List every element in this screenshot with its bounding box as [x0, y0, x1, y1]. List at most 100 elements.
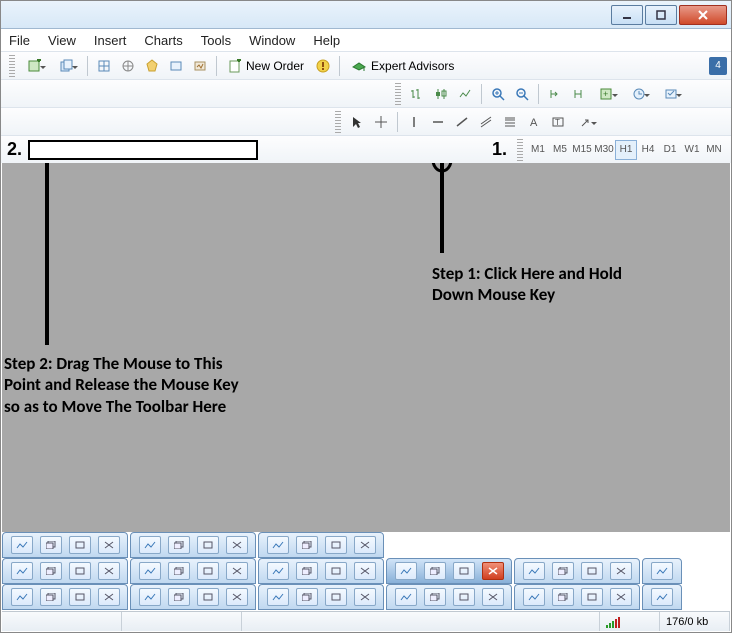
vertical-line-button[interactable] [403, 111, 425, 133]
toolbar-grip[interactable] [517, 139, 523, 161]
tf-h4[interactable]: H4 [637, 140, 659, 160]
mdi-restore-button[interactable] [424, 562, 446, 580]
toolbar-grip[interactable] [395, 83, 401, 105]
mdi-close-button[interactable] [354, 536, 376, 554]
mdi-tab[interactable] [514, 584, 640, 610]
toolbar-grip[interactable] [335, 111, 341, 133]
tf-m15[interactable]: M15 [571, 140, 593, 160]
profiles-button[interactable] [52, 55, 82, 77]
mdi-max-button[interactable] [325, 536, 347, 554]
fibonacci-button[interactable] [499, 111, 521, 133]
mdi-max-button[interactable] [453, 562, 475, 580]
autoscroll-button[interactable] [544, 83, 566, 105]
workspace[interactable]: Step 1: Click Here and Hold Down Mouse K… [2, 163, 730, 532]
mdi-max-button[interactable] [69, 588, 91, 606]
mdi-tab[interactable] [2, 584, 128, 610]
mdi-tab[interactable] [642, 584, 682, 610]
mdi-tab[interactable] [2, 558, 128, 584]
mdi-close-button[interactable] [226, 562, 248, 580]
text-button[interactable]: A [523, 111, 545, 133]
menu-view[interactable]: View [48, 33, 76, 48]
mdi-tab[interactable] [514, 558, 640, 584]
crosshair-button[interactable] [370, 111, 392, 133]
mdi-restore-button[interactable] [168, 588, 190, 606]
mdi-max-button[interactable] [325, 562, 347, 580]
templates-button[interactable] [656, 83, 686, 105]
mdi-max-button[interactable] [581, 588, 603, 606]
mdi-close-button[interactable] [226, 536, 248, 554]
mdi-max-button[interactable] [197, 562, 219, 580]
tf-w1[interactable]: W1 [681, 140, 703, 160]
horizontal-line-button[interactable] [427, 111, 449, 133]
line-chart-button[interactable] [454, 83, 476, 105]
tf-m5[interactable]: M5 [549, 140, 571, 160]
mdi-restore-button[interactable] [424, 588, 446, 606]
mdi-restore-button[interactable] [296, 536, 318, 554]
mdi-max-button[interactable] [69, 536, 91, 554]
mdi-close-button[interactable] [354, 588, 376, 606]
mdi-restore-button[interactable] [168, 536, 190, 554]
mdi-tab[interactable] [258, 558, 384, 584]
terminal-button[interactable] [165, 55, 187, 77]
mdi-restore-button[interactable] [40, 562, 62, 580]
tf-mn[interactable]: MN [703, 140, 725, 160]
mdi-tab[interactable] [130, 532, 256, 558]
mdi-max-button[interactable] [453, 588, 475, 606]
mdi-close-button[interactable] [354, 562, 376, 580]
zoom-in-button[interactable] [487, 83, 509, 105]
mdi-tab[interactable] [258, 584, 384, 610]
mdi-restore-button[interactable] [40, 536, 62, 554]
menu-help[interactable]: Help [313, 33, 340, 48]
meta-assist-button[interactable] [312, 55, 334, 77]
new-order-button[interactable]: New Order [221, 55, 311, 77]
menu-window[interactable]: Window [249, 33, 295, 48]
text-label-button[interactable]: T [547, 111, 569, 133]
arrows-button[interactable] [571, 111, 601, 133]
candle-chart-button[interactable] [430, 83, 452, 105]
data-window-button[interactable] [141, 55, 163, 77]
mdi-close-button[interactable] [98, 562, 120, 580]
navigator-button[interactable] [117, 55, 139, 77]
mdi-max-button[interactable] [197, 536, 219, 554]
zoom-out-button[interactable] [511, 83, 533, 105]
mdi-restore-button[interactable] [40, 588, 62, 606]
menu-tools[interactable]: Tools [201, 33, 231, 48]
mdi-tab[interactable] [130, 558, 256, 584]
mdi-close-button[interactable] [98, 536, 120, 554]
mdi-restore-button[interactable] [552, 562, 574, 580]
mdi-max-button[interactable] [325, 588, 347, 606]
mdi-tab[interactable] [258, 532, 384, 558]
tf-d1[interactable]: D1 [659, 140, 681, 160]
market-watch-button[interactable] [93, 55, 115, 77]
tf-m30[interactable]: M30 [593, 140, 615, 160]
cursor-button[interactable] [346, 111, 368, 133]
mdi-tab[interactable] [130, 584, 256, 610]
mdi-close-button[interactable] [610, 588, 632, 606]
mdi-tab[interactable] [642, 558, 682, 584]
chart-shift-button[interactable] [568, 83, 590, 105]
mdi-restore-button[interactable] [168, 562, 190, 580]
periods-button[interactable] [624, 83, 654, 105]
menu-charts[interactable]: Charts [144, 33, 182, 48]
mdi-tab[interactable] [386, 584, 512, 610]
mdi-restore-button[interactable] [296, 588, 318, 606]
toolbar-drop-target[interactable] [28, 140, 258, 160]
bar-chart-button[interactable] [406, 83, 428, 105]
mdi-max-button[interactable] [197, 588, 219, 606]
menu-insert[interactable]: Insert [94, 33, 127, 48]
expert-advisors-button[interactable]: Expert Advisors [344, 55, 461, 77]
mdi-close-button[interactable] [98, 588, 120, 606]
connection-badge[interactable]: 4 [709, 57, 727, 75]
mdi-restore-button[interactable] [552, 588, 574, 606]
indicators-button[interactable]: + [592, 83, 622, 105]
channel-button[interactable] [475, 111, 497, 133]
trendline-button[interactable] [451, 111, 473, 133]
toolbar-grip[interactable] [9, 55, 15, 77]
mdi-tab-active[interactable] [386, 558, 512, 584]
mdi-close-button[interactable] [482, 588, 504, 606]
mdi-close-button[interactable] [610, 562, 632, 580]
mdi-restore-button[interactable] [296, 562, 318, 580]
tf-h1[interactable]: H1 [615, 140, 637, 160]
menu-file[interactable]: File [9, 33, 30, 48]
mdi-tab[interactable] [2, 532, 128, 558]
